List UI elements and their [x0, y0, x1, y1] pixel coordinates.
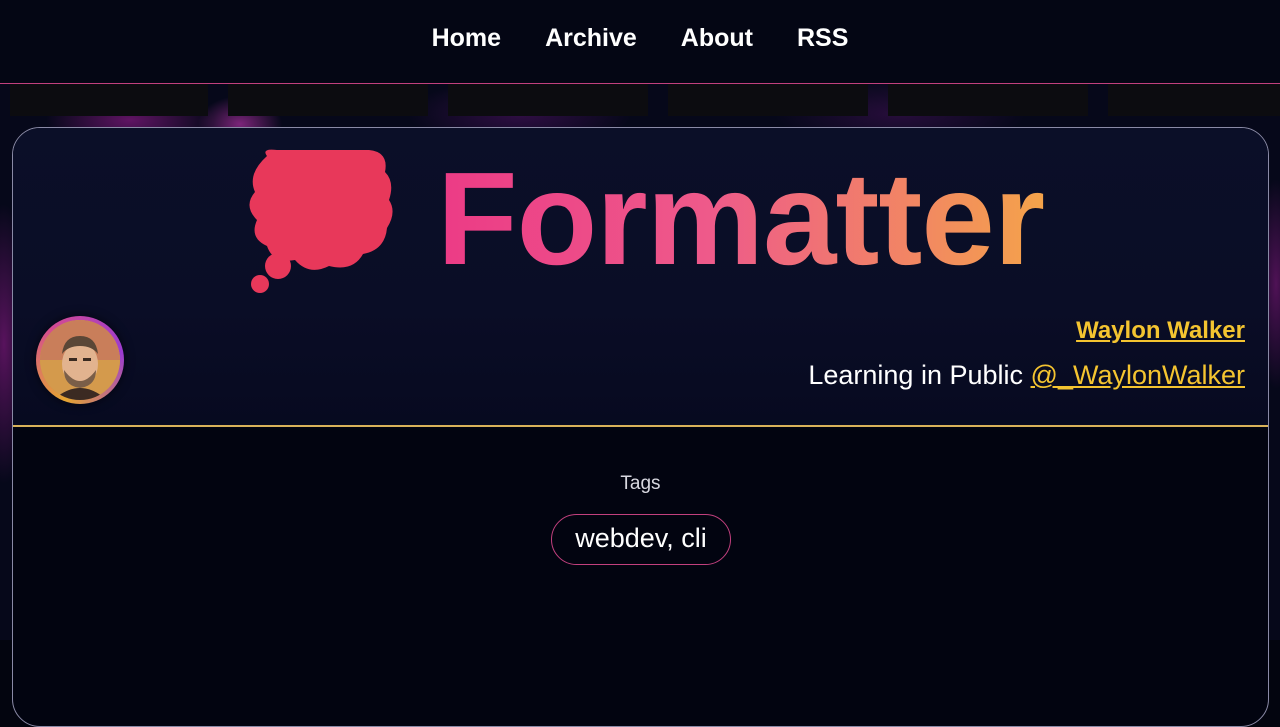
post-title: Formatter [437, 145, 1045, 292]
background-block [888, 84, 1088, 116]
background-block [10, 84, 208, 116]
author-name-link[interactable]: Waylon Walker [1076, 316, 1245, 346]
nav-link-home[interactable]: Home [432, 23, 501, 53]
tag-pill[interactable]: webdev, cli [551, 514, 731, 565]
background-block [228, 84, 428, 116]
post-hero: Formatter Waylon Walker Learning in Publ… [13, 128, 1268, 427]
nav-link-archive[interactable]: Archive [545, 23, 637, 53]
author-handle-link[interactable]: @_WaylonWalker [1031, 360, 1245, 390]
avatar-portrait [40, 320, 120, 400]
background-block [448, 84, 648, 116]
post-header-card: Formatter Waylon Walker Learning in Publ… [12, 127, 1269, 727]
author-avatar[interactable] [36, 316, 124, 404]
nav-link-rss[interactable]: RSS [797, 23, 848, 53]
nav-link-about[interactable]: About [681, 23, 753, 53]
background-block [668, 84, 868, 116]
background-block [1108, 84, 1280, 116]
author-tagline-text: Learning in Public [808, 360, 1024, 390]
thought-bubble-icon [249, 149, 393, 293]
author-tagline: Learning in Public @_WaylonWalker [808, 359, 1245, 391]
tags-label: Tags [620, 473, 661, 494]
top-navigation: Home Archive About RSS [0, 0, 1280, 84]
